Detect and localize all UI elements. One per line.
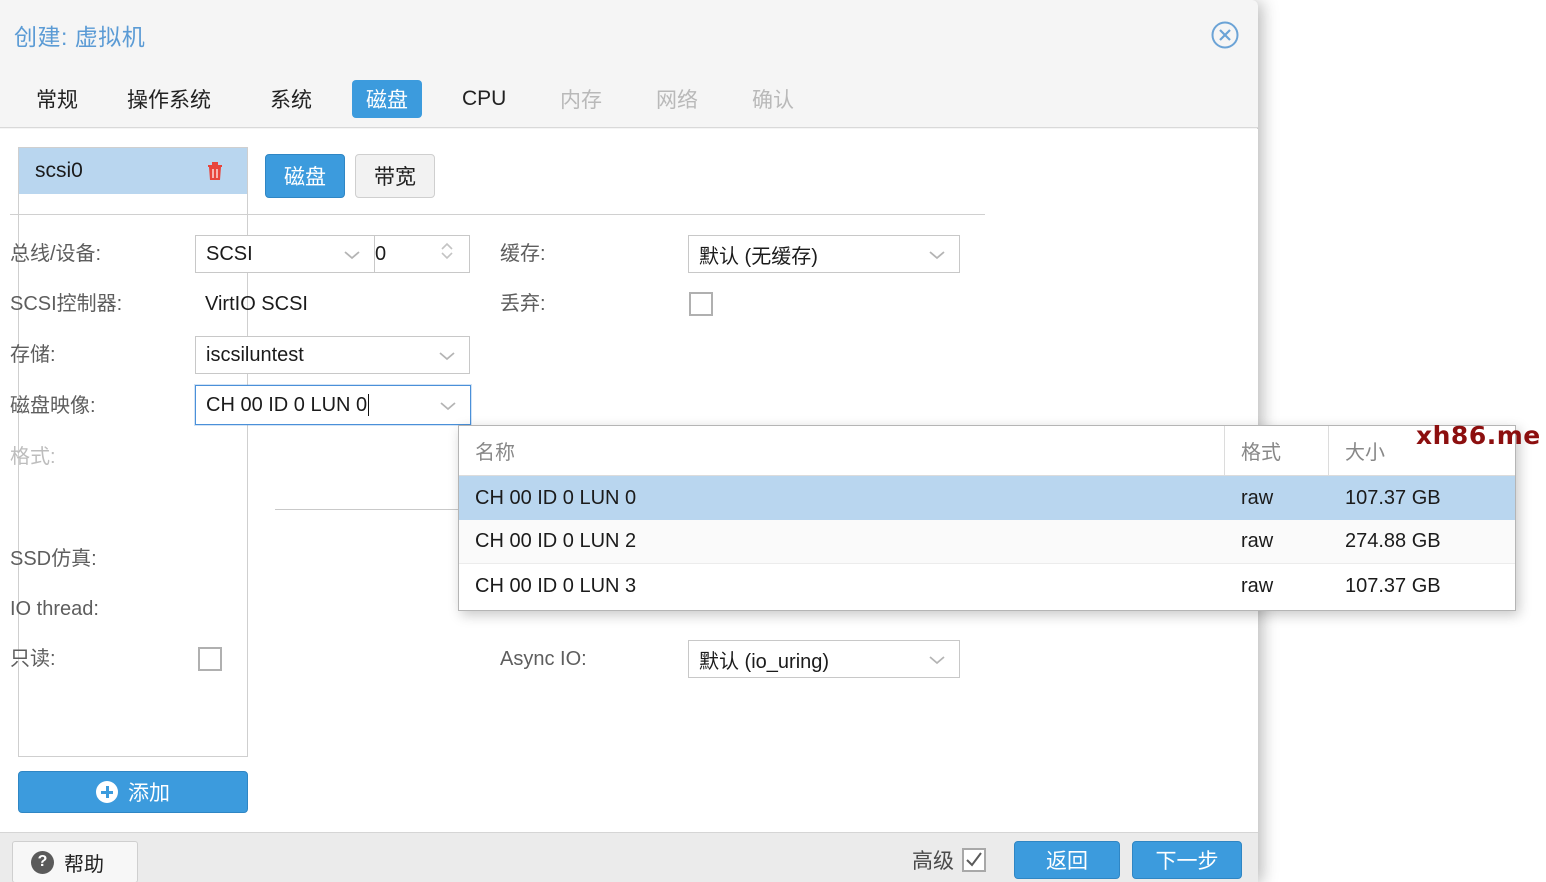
help-button[interactable]: ? 帮助 <box>12 841 138 882</box>
back-button[interactable]: 返回 <box>1014 841 1120 879</box>
column-header-format[interactable]: 格式 <box>1225 426 1329 475</box>
chevron-down-icon[interactable] <box>440 394 462 417</box>
discard-checkbox[interactable] <box>689 292 713 316</box>
async-io-value: 默认 (io_uring) <box>699 650 830 673</box>
readonly-checkbox[interactable] <box>198 647 222 671</box>
advanced-toggle[interactable]: 高级 <box>912 845 986 875</box>
cell-name: CH 00 ID 0 LUN 2 <box>475 530 637 552</box>
text-caret <box>368 394 370 417</box>
bus-select-value: SCSI <box>206 242 253 265</box>
chevron-down-icon <box>929 243 951 266</box>
chevron-down-icon <box>929 648 951 671</box>
cell-format: raw <box>1241 530 1274 552</box>
plus-circle-icon <box>96 781 118 803</box>
spinner-arrows-icon[interactable] <box>439 240 461 268</box>
cell-name: CH 00 ID 0 LUN 3 <box>475 574 637 597</box>
trash-icon[interactable] <box>205 160 225 182</box>
storage-select[interactable]: iscsiluntest <box>195 336 470 374</box>
row-readonly: 只读: <box>10 634 490 684</box>
advanced-checkbox[interactable] <box>962 848 986 872</box>
disk-image-combo[interactable]: CH 00 ID 0 LUN 0 <box>195 385 471 425</box>
device-number-stepper[interactable]: 0 <box>375 235 470 273</box>
column-header-name[interactable]: 名称 <box>459 426 1225 475</box>
tab-memory: 内存 <box>560 89 602 112</box>
wizard-tabs: 常规 操作系统 系统 磁盘 CPU 内存 网络 确认 <box>0 68 1258 128</box>
row-io-thread: IO thread: <box>10 584 490 634</box>
add-disk-label: 添加 <box>128 782 170 805</box>
advanced-label: 高级 <box>912 850 954 873</box>
disk-image-dropdown[interactable]: 名称 格式 大小 CH 00 ID 0 LUN 0 raw 107.37 GB … <box>458 425 1516 611</box>
row-format: 格式: <box>10 432 490 482</box>
chevron-down-icon <box>439 344 461 367</box>
table-row[interactable]: CH 00 ID 0 LUN 3 raw 107.37 GB <box>459 564 1515 608</box>
io-thread-label: IO thread: <box>10 598 99 620</box>
table-row[interactable]: CH 00 ID 0 LUN 2 raw 274.88 GB <box>459 520 1515 564</box>
close-icon[interactable] <box>1210 20 1240 50</box>
disk-subtabs: 磁盘 带宽 <box>265 154 435 198</box>
tab-system[interactable]: 系统 <box>256 80 326 118</box>
screen: 创建: 虚拟机 常规 操作系统 系统 磁盘 CPU 内存 网络 确认 scsi0… <box>0 0 1546 882</box>
cell-size: 274.88 GB <box>1345 530 1441 552</box>
tab-disks[interactable]: 磁盘 <box>352 80 422 118</box>
dropdown-header: 名称 格式 大小 <box>459 426 1515 476</box>
format-label: 格式: <box>10 446 56 468</box>
tab-cpu[interactable]: CPU <box>448 80 520 118</box>
cache-select-value: 默认 (无缓存) <box>699 245 818 268</box>
tab-confirm: 确认 <box>752 89 794 112</box>
readonly-label: 只读: <box>10 648 56 670</box>
list-item[interactable]: scsi0 <box>19 148 247 194</box>
next-button[interactable]: 下一步 <box>1132 841 1242 879</box>
storage-select-value: iscsiluntest <box>206 343 304 366</box>
bus-select[interactable]: SCSI <box>195 235 375 273</box>
cache-select[interactable]: 默认 (无缓存) <box>688 235 960 273</box>
cell-name: CH 00 ID 0 LUN 0 <box>475 486 637 509</box>
tab-os[interactable]: 操作系统 <box>113 80 225 118</box>
subtab-bandwidth[interactable]: 带宽 <box>355 154 435 198</box>
cell-format: raw <box>1241 574 1274 597</box>
dialog-footer: ? 帮助 高级 返回 下一步 <box>0 832 1258 882</box>
row-ssd-emulation: SSD仿真: <box>10 534 490 584</box>
disk-image-value: CH 00 ID 0 LUN 0 <box>206 393 370 417</box>
chevron-down-icon <box>344 243 366 266</box>
cell-size: 107.37 GB <box>1345 574 1441 597</box>
async-io-select[interactable]: 默认 (io_uring) <box>688 640 960 678</box>
device-number-value: 0 <box>375 242 387 265</box>
pane-divider <box>10 214 985 215</box>
cell-size: 107.37 GB <box>1345 486 1441 509</box>
tab-network: 网络 <box>656 89 698 112</box>
cell-format: raw <box>1241 486 1274 509</box>
subtab-disk[interactable]: 磁盘 <box>265 154 345 198</box>
ssd-emulation-label: SSD仿真: <box>10 548 97 570</box>
question-circle-icon: ? <box>31 850 54 874</box>
row-discard: 丢弃: <box>500 279 980 329</box>
discard-label: 丢弃: <box>500 293 546 315</box>
table-row[interactable]: CH 00 ID 0 LUN 0 raw 107.37 GB <box>459 476 1515 520</box>
disk-item-label: scsi0 <box>35 159 83 182</box>
add-disk-button[interactable]: 添加 <box>18 771 248 813</box>
help-label: 帮助 <box>64 853 104 876</box>
scsi-controller-value: VirtIO SCSI <box>205 293 308 315</box>
tab-general[interactable]: 常规 <box>22 80 92 118</box>
site-watermark: xh86.me <box>1416 421 1541 450</box>
dialog-header: 创建: 虚拟机 <box>0 0 1258 68</box>
page-title: 创建: 虚拟机 <box>14 24 146 50</box>
